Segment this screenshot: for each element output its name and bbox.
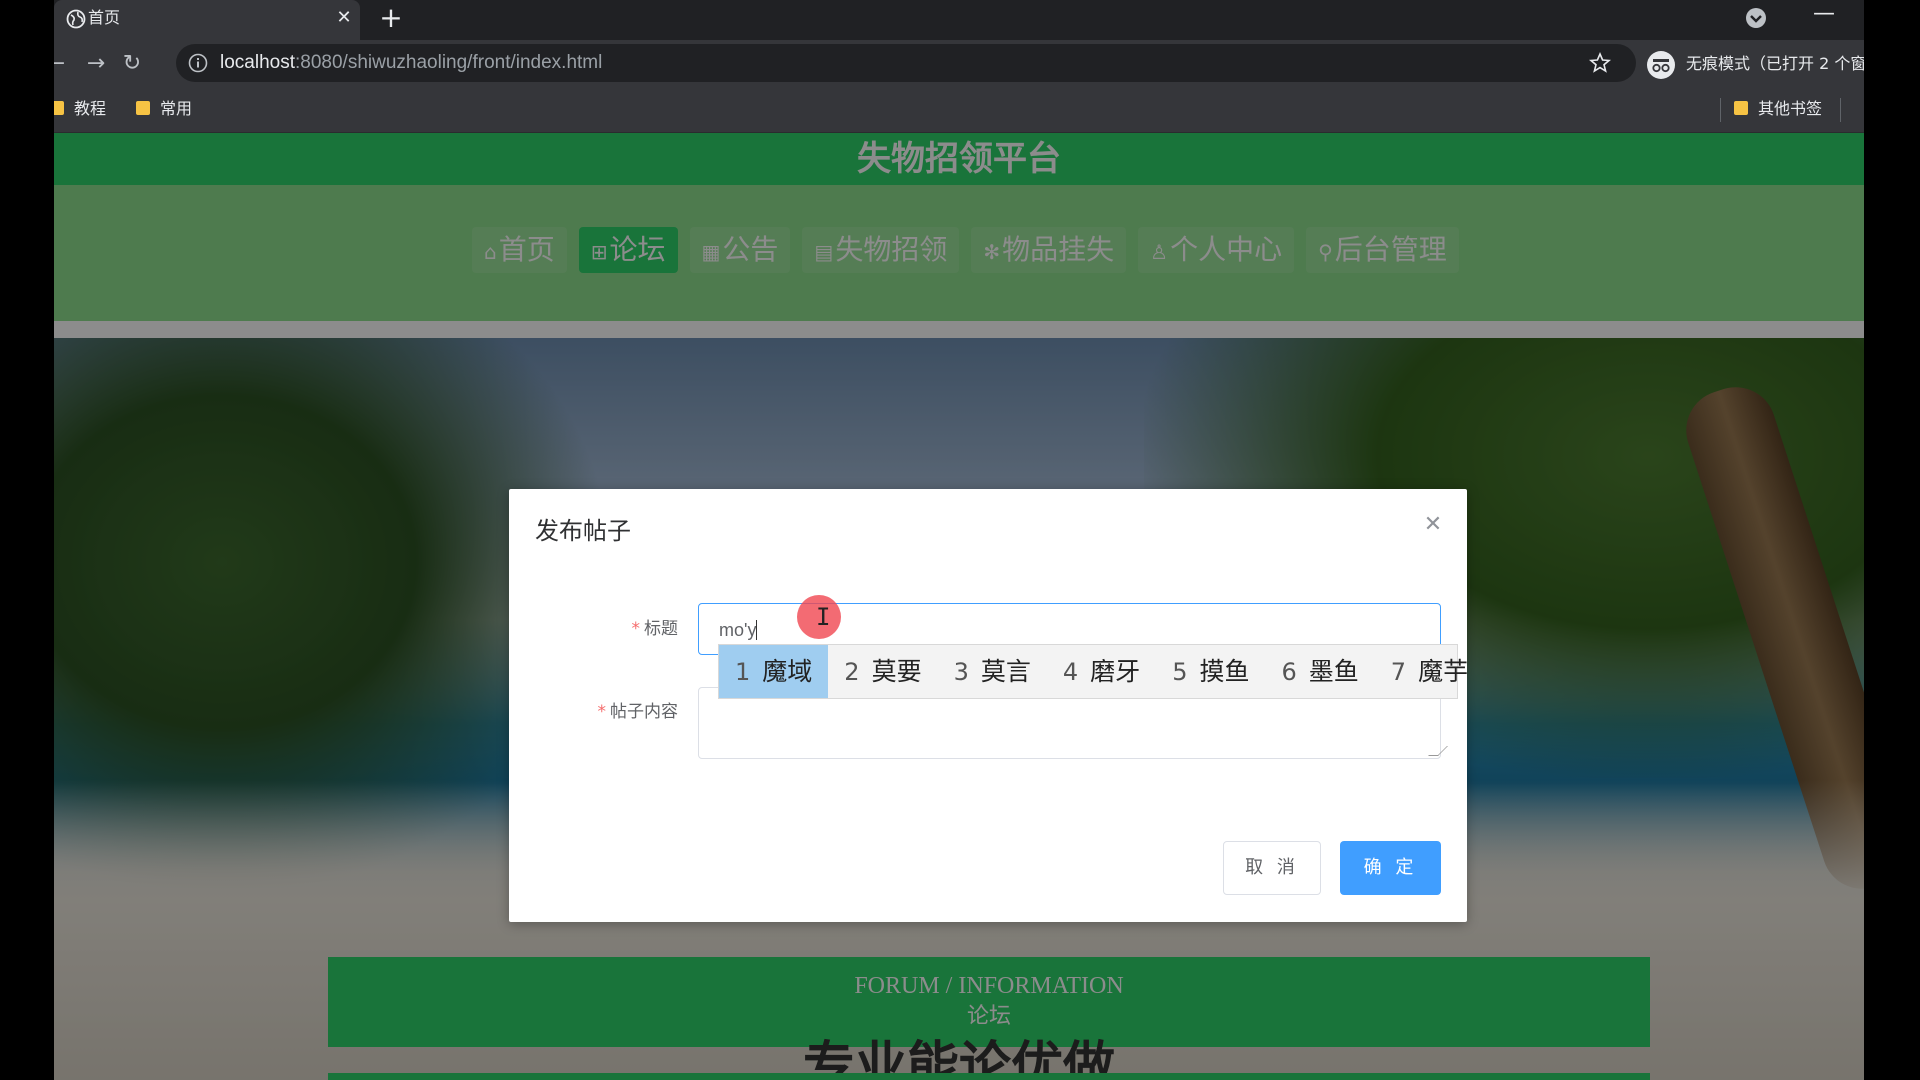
ime-candidate[interactable]: 7 魔芋 xyxy=(1375,645,1484,698)
tab-search-icon[interactable] xyxy=(1744,6,1768,30)
browser-tab-bar: 首页 ✕ + — xyxy=(54,0,1864,40)
text-caret xyxy=(756,620,758,640)
screen-edge-left xyxy=(0,0,54,1080)
title-typed-text: mo'y xyxy=(719,620,757,640)
url-host: localhost xyxy=(220,52,295,73)
ime-candidate-number: 3 xyxy=(953,658,969,686)
ime-candidate[interactable]: 5 摸鱼 xyxy=(1156,645,1265,698)
dialog-title: 发布帖子 xyxy=(535,517,631,545)
url-text[interactable]: localhost:8080/shiwuzhaoling/front/index… xyxy=(220,44,602,82)
ime-candidate-text: 莫言 xyxy=(980,657,1031,686)
required-mark: * xyxy=(597,702,607,722)
ime-candidate-number: 2 xyxy=(844,658,860,686)
ime-candidate[interactable]: 1 魔域 xyxy=(719,645,829,698)
tab-close-icon[interactable]: ✕ xyxy=(332,6,356,30)
ime-candidate-text: 魔芋 xyxy=(1418,657,1469,686)
bookmark-separator xyxy=(1840,98,1841,122)
ime-candidate-number: 5 xyxy=(1172,658,1188,686)
bookmark-label: 其他书签 xyxy=(1758,99,1823,118)
ime-candidate-bar: 1 魔域 2 莫要 3 莫言 4 磨牙 5 摸鱼 6 墨鱼 7 魔芋 xyxy=(718,644,1468,699)
close-icon[interactable]: ✕ xyxy=(1421,513,1445,537)
screen: 首页 ✕ + — ← → ↻ localhost:8080/shiwuzhaol… xyxy=(0,0,1920,1080)
required-mark: * xyxy=(631,619,641,639)
ime-candidate[interactable]: 2 莫要 xyxy=(828,645,937,698)
browser-tab[interactable]: 首页 ✕ xyxy=(54,0,360,40)
bookmark-separator xyxy=(1720,98,1721,122)
incognito-label[interactable]: 无痕模式（已打开 2 个窗 xyxy=(1686,40,1864,88)
ime-candidate[interactable]: 4 磨牙 xyxy=(1047,645,1156,698)
folder-icon xyxy=(136,101,150,115)
bookmarks-bar: 教程 常用 其他书签 xyxy=(50,88,1864,133)
ime-candidate-number: 6 xyxy=(1281,658,1297,686)
title-label-text: 标题 xyxy=(644,619,678,639)
bookmark-other[interactable]: 其他书签 xyxy=(1734,88,1822,133)
bookmark-label: 常用 xyxy=(160,99,193,118)
new-tab-button[interactable]: + xyxy=(376,4,406,34)
content-label-text: 帖子内容 xyxy=(610,702,678,722)
ime-candidate-text: 摸鱼 xyxy=(1199,657,1250,686)
title-label: * 标题 xyxy=(538,617,679,641)
ime-candidate[interactable]: 3 莫言 xyxy=(938,645,1047,698)
ime-candidate-number: 4 xyxy=(1062,658,1079,686)
ime-candidate-text: 墨鱼 xyxy=(1308,657,1359,686)
ime-candidate-number: 7 xyxy=(1390,658,1407,686)
reload-icon[interactable]: ↻ xyxy=(118,50,146,78)
incognito-icon[interactable] xyxy=(1646,50,1676,80)
post-dialog: 发布帖子 ✕ * 标题 mo'y * 帖子内容 取 消 确 定 xyxy=(509,489,1467,922)
ime-candidate-text: 莫要 xyxy=(871,657,922,686)
confirm-button[interactable]: 确 定 xyxy=(1340,841,1441,895)
bookmark-label: 教程 xyxy=(74,99,107,118)
resize-handle-icon[interactable] xyxy=(1428,746,1448,756)
forward-arrow-icon[interactable]: → xyxy=(82,50,110,78)
ime-candidate-number: 1 xyxy=(735,658,751,686)
content-label: * 帖子内容 xyxy=(538,700,679,724)
info-icon[interactable] xyxy=(188,53,208,73)
text-cursor-icon: I xyxy=(816,604,830,630)
address-bar[interactable]: localhost:8080/shiwuzhaoling/front/index… xyxy=(176,44,1636,82)
screen-edge-right xyxy=(1864,0,1920,1080)
tab-title: 首页 xyxy=(88,8,121,27)
bookmark-tutorial[interactable]: 教程 xyxy=(50,88,106,133)
folder-icon xyxy=(1734,101,1748,115)
cancel-button[interactable]: 取 消 xyxy=(1223,841,1321,895)
ime-candidate-text: 魔域 xyxy=(762,657,813,686)
url-path: :8080/shiwuzhaoling/front/index.html xyxy=(295,52,603,73)
bookmark-star-icon[interactable] xyxy=(1588,51,1612,75)
globe-icon xyxy=(66,9,86,29)
bookmark-common[interactable]: 常用 xyxy=(136,88,192,133)
ime-candidate-text: 磨牙 xyxy=(1090,657,1141,686)
window-minimize-button[interactable]: — xyxy=(1804,0,1844,36)
browser-toolbar: ← → ↻ localhost:8080/shiwuzhaoling/front… xyxy=(47,40,1864,88)
ime-candidate[interactable]: 6 墨鱼 xyxy=(1265,645,1374,698)
